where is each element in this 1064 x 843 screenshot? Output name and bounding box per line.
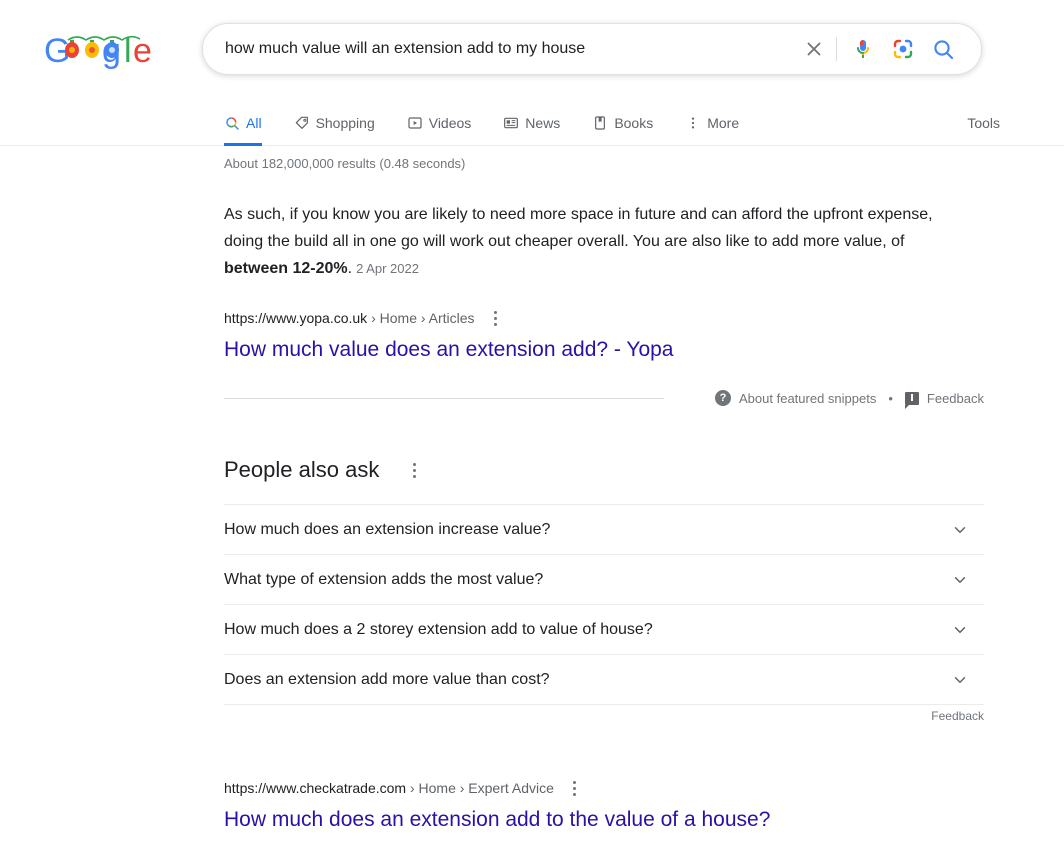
newspaper-icon	[503, 115, 519, 131]
result-options-icon[interactable]	[487, 308, 505, 328]
page-header: G g l e	[0, 0, 1064, 100]
feedback-link[interactable]: Feedback	[927, 391, 984, 406]
tab-shopping[interactable]: Shopping	[294, 100, 391, 146]
search-nav: All Shopping Videos News Books More Tool…	[0, 100, 1064, 146]
tools-label: Tools	[967, 115, 1000, 131]
chevron-down-icon	[950, 670, 970, 690]
search-icon	[224, 115, 240, 131]
footer-links: ? About featured snippets • Feedback	[715, 390, 984, 409]
paa-heading: People also ask	[224, 457, 380, 482]
chevron-down-icon	[950, 570, 970, 590]
featured-snippet-title[interactable]: How much value does an extension add? - …	[224, 336, 673, 364]
tab-more[interactable]: More	[685, 100, 755, 146]
search-input[interactable]	[225, 40, 794, 58]
featured-snippet-text: As such, if you know you are likely to n…	[224, 201, 964, 282]
paa-question[interactable]: What type of extension adds the most val…	[224, 554, 984, 604]
url-domain: https://www.yopa.co.uk	[224, 310, 368, 326]
tab-books[interactable]: Books	[592, 100, 669, 146]
result-url-row: https://www.checkatrade.com › Home › Exp…	[224, 778, 984, 798]
book-icon	[592, 115, 608, 131]
tab-label: All	[246, 115, 262, 131]
tab-label: Shopping	[315, 115, 375, 131]
tab-label: Books	[614, 115, 654, 131]
tools-button[interactable]: Tools	[967, 100, 1000, 146]
paa-question[interactable]: Does an extension add more value than co…	[224, 654, 984, 704]
result-url[interactable]: https://www.yopa.co.uk › Home › Articles	[224, 308, 475, 328]
flag-icon[interactable]	[904, 391, 919, 409]
featured-snippet-url-row: https://www.yopa.co.uk › Home › Articles	[224, 308, 984, 328]
google-logo[interactable]: G g l e	[44, 28, 162, 74]
search-divider	[836, 37, 837, 61]
chevron-down-icon	[950, 620, 970, 640]
paa-question-label: How much does an extension increase valu…	[224, 520, 551, 538]
search-result: https://www.checkatrade.com › Home › Exp…	[224, 778, 984, 843]
people-also-ask: People also ask How much does an extensi…	[224, 456, 984, 730]
result-url[interactable]: https://www.checkatrade.com › Home › Exp…	[224, 778, 554, 798]
microphone-icon[interactable]	[843, 29, 883, 69]
paa-feedback-link[interactable]: Feedback	[921, 708, 984, 723]
paa-header: People also ask	[224, 456, 984, 484]
search-bar[interactable]	[202, 23, 982, 75]
tab-label: More	[707, 115, 740, 131]
snippet-text-after: .	[347, 260, 353, 277]
paa-question-label: How much does a 2 storey extension add t…	[224, 620, 653, 638]
tag-icon	[294, 115, 310, 131]
nav-tabs: All Shopping Videos News Books More	[224, 100, 755, 146]
result-title[interactable]: How much does an extension add to the va…	[224, 806, 770, 834]
tab-videos[interactable]: Videos	[407, 100, 488, 146]
help-icon[interactable]: ?	[715, 390, 732, 406]
result-snippet: For a standard single-storey extension, …	[224, 838, 924, 843]
separator-dot: •	[888, 390, 893, 406]
paa-options-icon[interactable]	[405, 460, 423, 480]
paa-question[interactable]: How much does an extension increase valu…	[224, 504, 984, 554]
kebab-icon	[685, 115, 701, 131]
result-stats: About 182,000,000 results (0.48 seconds)	[224, 156, 466, 171]
url-breadcrumb: › Home › Expert Advice	[406, 780, 554, 796]
tab-label: Videos	[428, 115, 472, 131]
search-bar-actions	[794, 29, 981, 69]
featured-snippet-footer: ? About featured snippets • Feedback	[224, 388, 984, 409]
snippet-text-before: As such, if you know you are likely to n…	[224, 206, 933, 250]
url-breadcrumb: › Home › Articles	[367, 310, 475, 326]
play-box-icon	[407, 115, 423, 131]
footer-divider	[224, 397, 664, 399]
snippet-date: 2 Apr 2022	[356, 261, 419, 276]
chevron-down-icon	[950, 520, 970, 540]
result-options-icon[interactable]	[566, 778, 584, 798]
tab-news[interactable]: News	[503, 100, 576, 146]
featured-snippet: As such, if you know you are likely to n…	[224, 201, 984, 409]
url-domain: https://www.checkatrade.com	[224, 780, 407, 796]
paa-question[interactable]: How much does a 2 storey extension add t…	[224, 604, 984, 654]
search-results-column: About 182,000,000 results (0.48 seconds)…	[224, 155, 984, 843]
clear-icon[interactable]	[794, 29, 834, 69]
tab-all[interactable]: All	[224, 100, 278, 146]
about-featured-snippets-link[interactable]: About featured snippets	[739, 391, 876, 406]
tab-label: News	[525, 115, 561, 131]
paa-question-label: What type of extension adds the most val…	[224, 570, 544, 588]
paa-question-label: Does an extension add more value than co…	[224, 670, 550, 688]
google-lens-icon[interactable]	[883, 29, 923, 69]
search-submit-icon[interactable]	[923, 29, 963, 69]
snippet-bold: between 12-20%	[224, 260, 348, 277]
paa-footer: Feedback	[224, 704, 984, 730]
